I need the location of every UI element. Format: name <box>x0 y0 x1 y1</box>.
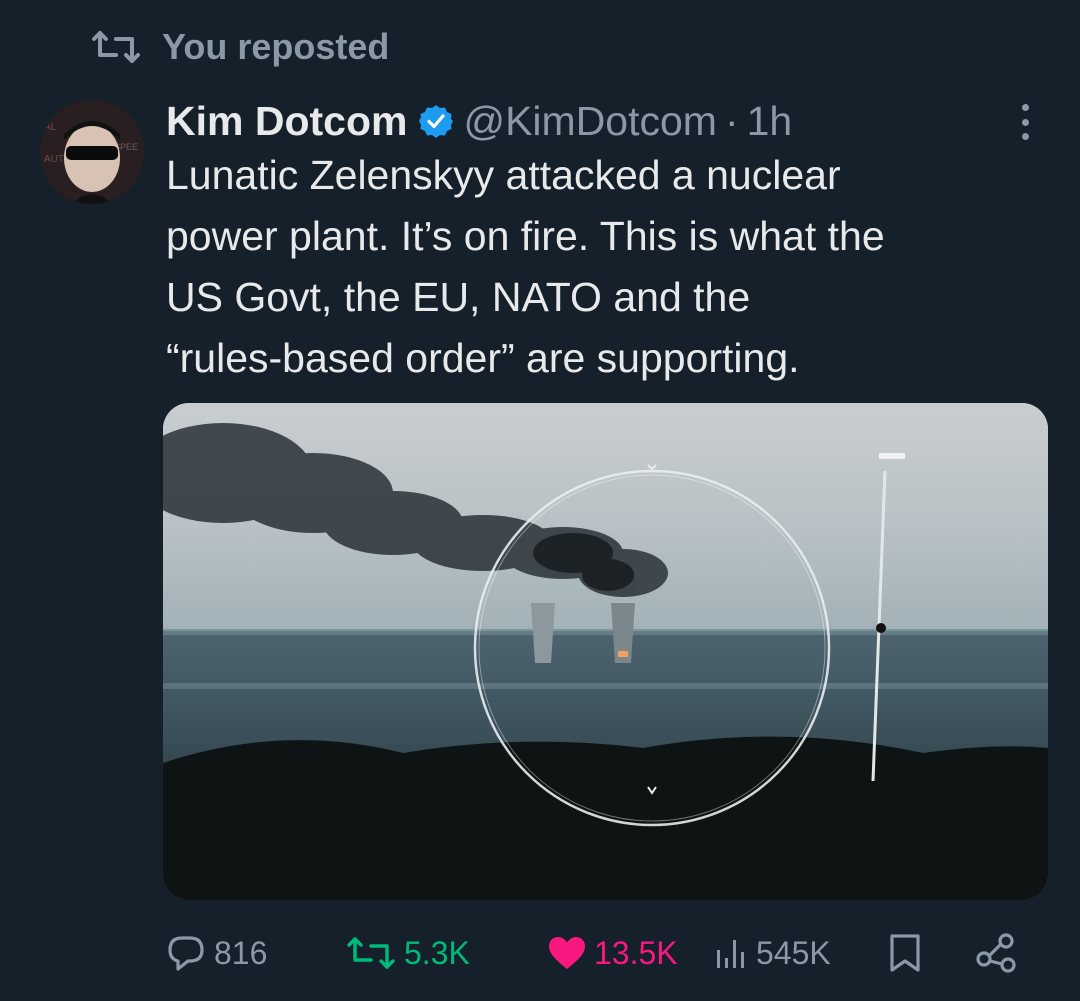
author-name[interactable]: Kim Dotcom <box>166 98 407 145</box>
repost-button[interactable]: 5.3K <box>346 935 470 972</box>
svg-text:AL: AL <box>44 122 57 133</box>
heart-icon <box>548 936 586 970</box>
like-button[interactable]: 13.5K <box>548 935 678 972</box>
more-dot-icon <box>1021 104 1029 111</box>
views-count: 545K <box>756 934 831 971</box>
tweet-header: Kim Dotcom @KimDotcom · 1h <box>166 95 1040 147</box>
tweet-actions-bar: 816 5.3K 13.5K 545K <box>166 924 1042 982</box>
views-button[interactable]: 545K <box>714 935 831 972</box>
verified-badge-icon <box>419 104 454 138</box>
repost-icon <box>90 29 142 65</box>
analytics-icon <box>714 936 748 970</box>
repost-banner-label: You reposted <box>162 26 390 67</box>
reply-count: 816 <box>214 934 268 971</box>
reply-button[interactable]: 816 <box>166 934 267 972</box>
repost-banner[interactable]: You reposted <box>90 24 389 70</box>
share-button[interactable] <box>974 931 1018 975</box>
author-handle[interactable]: @KimDotcom <box>463 98 717 145</box>
avatar[interactable]: AL AUTH SPEE <box>40 100 144 204</box>
repost-count: 5.3K <box>404 934 470 971</box>
like-count: 13.5K <box>594 934 678 971</box>
separator-dot: · <box>724 97 739 144</box>
more-options-button[interactable] <box>1010 100 1040 144</box>
more-dot-icon <box>1021 118 1029 126</box>
tweet-media-image[interactable] <box>163 403 1048 900</box>
bookmark-button[interactable] <box>888 933 922 973</box>
more-dot-icon <box>1021 133 1029 140</box>
timestamp[interactable]: 1h <box>747 98 793 145</box>
share-icon <box>974 931 1018 975</box>
tweet-text: Lunatic Zelenskyy attacked a nuclear pow… <box>166 152 885 381</box>
bookmark-icon <box>888 933 922 973</box>
reply-icon <box>166 934 206 972</box>
repost-icon <box>346 936 396 970</box>
